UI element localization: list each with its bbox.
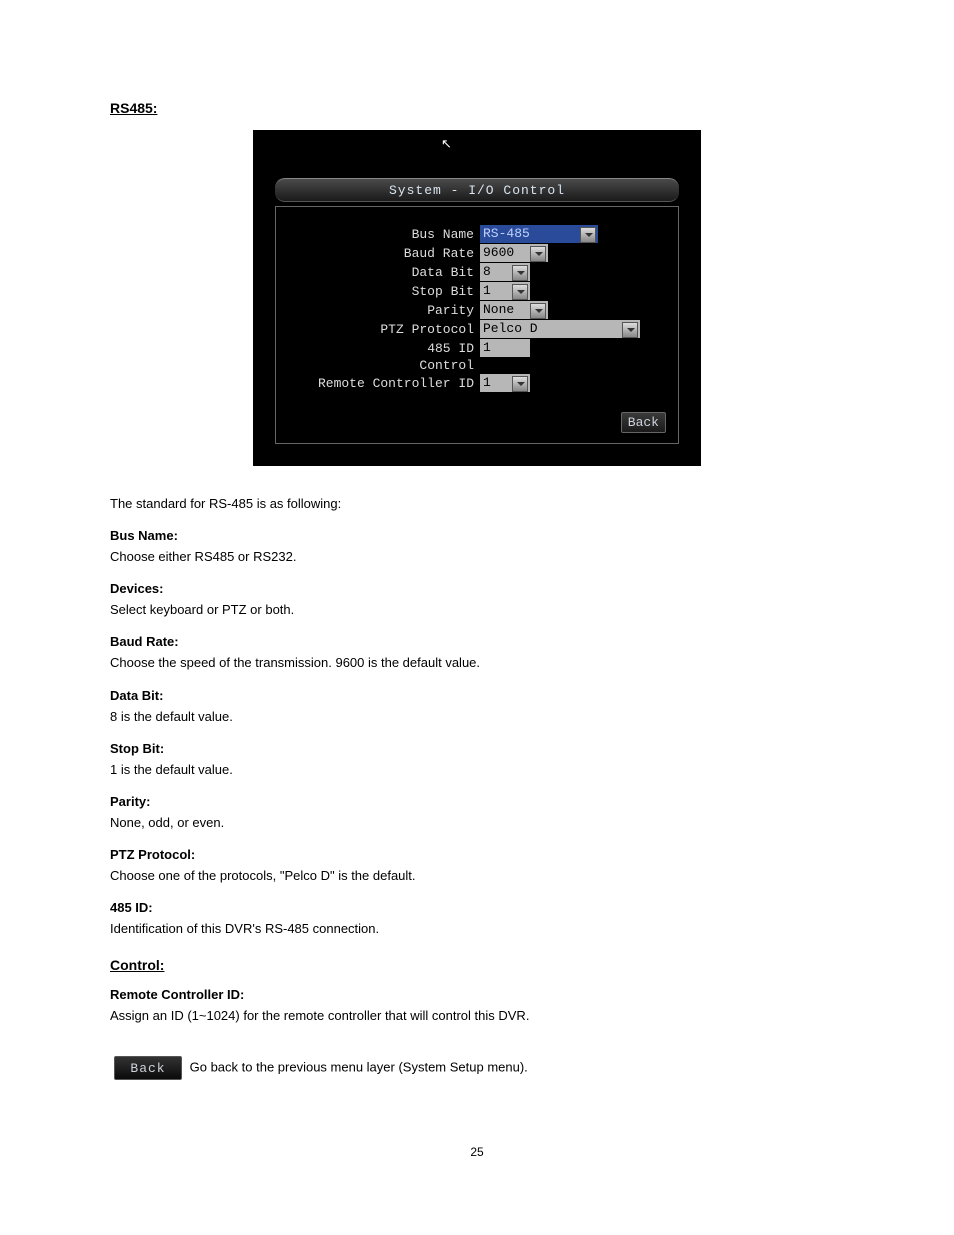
select-parity[interactable]: None	[480, 301, 548, 319]
term-ptz-protocol: PTZ Protocol:	[110, 847, 844, 862]
term-baud-rate: Baud Rate:	[110, 634, 844, 649]
back-line: Back Go back to the previous menu layer …	[110, 1056, 844, 1080]
back-button[interactable]: Back	[621, 412, 666, 433]
desc-bus-name: Choose either RS485 or RS232.	[110, 547, 844, 567]
term-parity: Parity:	[110, 794, 844, 809]
dialog-title: System - I/O Control	[275, 178, 679, 202]
select-ptz-protocol[interactable]: Pelco D	[480, 320, 640, 338]
term-devices: Devices:	[110, 581, 844, 596]
desc-data-bit: 8 is the default value.	[110, 707, 844, 727]
label-stop-bit: Stop Bit	[288, 284, 480, 299]
page-number: 25	[0, 1145, 954, 1159]
select-remote-id[interactable]: 1	[480, 374, 530, 392]
label-bus-name: Bus Name	[288, 227, 480, 242]
desc-devices: Select keyboard or PTZ or both.	[110, 600, 844, 620]
select-data-bit[interactable]: 8	[480, 263, 530, 281]
section-heading-control: Control:	[110, 957, 844, 973]
term-485-id: 485 ID:	[110, 900, 844, 915]
desc-remote-controller-id: Assign an ID (1~1024) for the remote con…	[110, 1006, 844, 1026]
desc-parity: None, odd, or even.	[110, 813, 844, 833]
term-data-bit: Data Bit:	[110, 688, 844, 703]
label-ptz-protocol: PTZ Protocol	[288, 322, 480, 337]
input-485-id[interactable]: 1	[480, 339, 530, 357]
desc-485-id: Identification of this DVR's RS-485 conn…	[110, 919, 844, 939]
label-control: Control	[288, 358, 480, 373]
select-baud-rate[interactable]: 9600	[480, 244, 548, 262]
dialog-panel: Bus Name RS-485 Baud Rate 9600 Data Bit …	[275, 206, 679, 444]
inline-back-button: Back	[114, 1056, 182, 1080]
term-bus-name: Bus Name:	[110, 528, 844, 543]
term-remote-controller-id: Remote Controller ID:	[110, 987, 844, 1002]
label-baud-rate: Baud Rate	[288, 246, 480, 261]
label-485-id: 485 ID	[288, 341, 480, 356]
desc-ptz-protocol: Choose one of the protocols, "Pelco D" i…	[110, 866, 844, 886]
desc-baud-rate: Choose the speed of the transmission. 96…	[110, 653, 844, 673]
io-control-screenshot: ↖ System - I/O Control Bus Name RS-485 B…	[253, 130, 701, 466]
select-bus-name[interactable]: RS-485	[480, 225, 598, 243]
cursor-icon: ↖	[441, 136, 452, 152]
select-stop-bit[interactable]: 1	[480, 282, 530, 300]
desc-stop-bit: 1 is the default value.	[110, 760, 844, 780]
label-data-bit: Data Bit	[288, 265, 480, 280]
rs485-intro-text: The standard for RS-485 is as following:	[110, 494, 844, 514]
term-stop-bit: Stop Bit:	[110, 741, 844, 756]
section-heading-rs485: RS485:	[110, 100, 844, 116]
label-remote-id: Remote Controller ID	[288, 376, 480, 391]
label-parity: Parity	[288, 303, 480, 318]
desc-back: Go back to the previous menu layer (Syst…	[190, 1060, 528, 1075]
